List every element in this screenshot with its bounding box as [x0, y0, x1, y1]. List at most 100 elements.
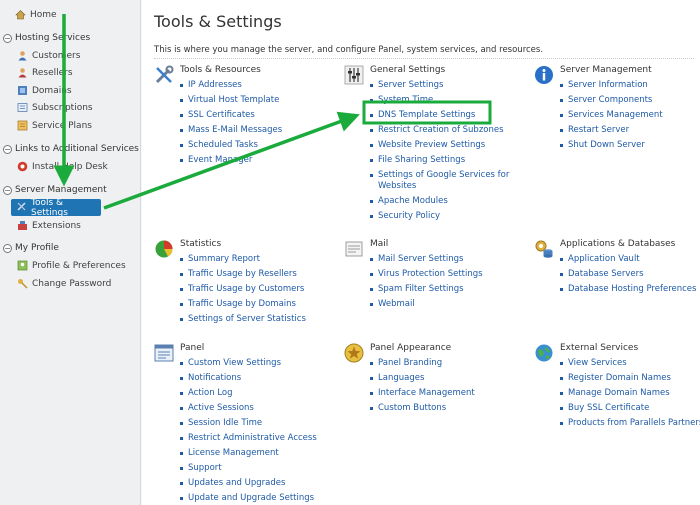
help-desk-icon — [17, 161, 28, 172]
database-gear-icon — [534, 239, 554, 259]
link-traffic-resellers[interactable]: Traffic Usage by Resellers — [180, 267, 306, 282]
link-dns-template-settings[interactable]: DNS Template Settings — [370, 108, 510, 123]
group-title: Applications & Databases — [560, 239, 676, 249]
link-file-sharing-settings[interactable]: File Sharing Settings — [370, 153, 510, 168]
link-database-hosting-preferences[interactable]: Database Hosting Preferences — [560, 282, 696, 297]
sidebar-item-service-plans[interactable]: Service Plans — [17, 120, 92, 131]
link-event-manager[interactable]: Event Manager — [180, 153, 282, 168]
link-restrict-admin-access[interactable]: Restrict Administrative Access — [180, 431, 317, 446]
link-database-servers[interactable]: Database Servers — [560, 267, 696, 282]
link-active-sessions[interactable]: Active Sessions — [180, 401, 317, 416]
service-plans-icon — [17, 120, 28, 131]
link-website-preview-settings[interactable]: Website Preview Settings — [370, 138, 510, 153]
link-buy-ssl-certificate[interactable]: Buy SSL Certificate — [560, 401, 700, 416]
link-manage-domain-names[interactable]: Manage Domain Names — [560, 386, 700, 401]
sidebar: Home − Hosting Services Customers Resell… — [0, 0, 141, 505]
link-mail-server-settings[interactable]: Mail Server Settings — [370, 252, 483, 267]
link-view-services[interactable]: View Services — [560, 356, 700, 371]
link-ssl-certificates[interactable]: SSL Certificates — [180, 108, 282, 123]
link-custom-buttons[interactable]: Custom Buttons — [370, 401, 475, 416]
sidebar-item-home[interactable]: Home — [15, 9, 57, 20]
link-support[interactable]: Support — [180, 461, 317, 476]
link-ip-addresses[interactable]: IP Addresses — [180, 78, 282, 93]
link-traffic-customers[interactable]: Traffic Usage by Customers — [180, 282, 306, 297]
group-title: General Settings — [370, 65, 446, 75]
link-update-upgrade-settings[interactable]: Update and Upgrade Settings — [180, 491, 317, 505]
group-title: Panel Appearance — [370, 343, 452, 353]
link-virtual-host-template[interactable]: Virtual Host Template — [180, 93, 282, 108]
link-restrict-subzones[interactable]: Restrict Creation of Subzones — [370, 123, 510, 138]
sidebar-item-resellers[interactable]: Resellers — [17, 67, 73, 78]
section-hosting-services[interactable]: − Hosting Services — [3, 33, 90, 43]
customer-icon — [17, 50, 28, 61]
link-spam-filter[interactable]: Spam Filter Settings — [370, 282, 483, 297]
link-panel-branding[interactable]: Panel Branding — [370, 356, 475, 371]
section-server-management[interactable]: − Server Management — [3, 185, 107, 195]
main-content: Tools & Settings This is where you manag… — [142, 0, 700, 505]
link-webmail[interactable]: Webmail — [370, 297, 483, 312]
sidebar-item-domains[interactable]: Domains — [17, 85, 72, 96]
group-title: Mail — [370, 239, 389, 249]
link-server-components[interactable]: Server Components — [560, 93, 663, 108]
reseller-icon — [17, 67, 28, 78]
link-action-log[interactable]: Action Log — [180, 386, 317, 401]
link-scheduled-tasks[interactable]: Scheduled Tasks — [180, 138, 282, 153]
sidebar-item-customers[interactable]: Customers — [17, 50, 80, 61]
link-interface-management[interactable]: Interface Management — [370, 386, 475, 401]
sidebar-item-install-help-desk[interactable]: Install Help Desk — [17, 161, 108, 172]
subscriptions-icon — [17, 102, 28, 113]
section-links-additional-services[interactable]: − Links to Additional Services — [3, 144, 139, 154]
group-title: Panel — [180, 343, 205, 353]
group-title: External Services — [560, 343, 639, 353]
link-apache-modules[interactable]: Apache Modules — [370, 194, 510, 209]
sidebar-item-profile-preferences[interactable]: Profile & Preferences — [17, 260, 126, 271]
link-application-vault[interactable]: Application Vault — [560, 252, 696, 267]
sidebar-item-tools-settings[interactable]: Tools & Settings — [11, 198, 101, 218]
tools-resources-icon — [154, 65, 174, 85]
link-system-time[interactable]: System Time — [370, 93, 510, 108]
link-security-policy[interactable]: Security Policy — [370, 209, 510, 224]
sidebar-item-change-password[interactable]: Change Password — [17, 278, 111, 289]
link-shut-down-server[interactable]: Shut Down Server — [560, 138, 663, 153]
collapse-icon: − — [3, 185, 12, 195]
link-summary-report[interactable]: Summary Report — [180, 252, 306, 267]
home-icon — [15, 9, 26, 20]
link-license-management[interactable]: License Management — [180, 446, 317, 461]
globe-icon — [534, 343, 554, 363]
link-traffic-domains[interactable]: Traffic Usage by Domains — [180, 297, 306, 312]
link-register-domain-names[interactable]: Register Domain Names — [560, 371, 700, 386]
link-notifications[interactable]: Notifications — [180, 371, 317, 386]
link-languages[interactable]: Languages — [370, 371, 475, 386]
page-title: Tools & Settings — [154, 12, 282, 31]
link-google-services-settings[interactable]: Settings of Google Services for Websites — [370, 168, 510, 194]
collapse-icon: − — [3, 33, 12, 43]
profile-icon — [17, 260, 28, 271]
sidebar-item-extensions[interactable]: Extensions — [17, 220, 81, 231]
collapse-icon: − — [3, 144, 12, 154]
link-updates-upgrades[interactable]: Updates and Upgrades — [180, 476, 317, 491]
link-server-settings[interactable]: Server Settings — [370, 78, 510, 93]
link-server-information[interactable]: Server Information — [560, 78, 663, 93]
link-services-management[interactable]: Services Management — [560, 108, 663, 123]
page-description: This is where you manage the server, and… — [154, 45, 544, 55]
link-custom-view-settings[interactable]: Custom View Settings — [180, 356, 317, 371]
group-title: Server Management — [560, 65, 652, 75]
link-restart-server[interactable]: Restart Server — [560, 123, 663, 138]
link-parallels-partners[interactable]: Products from Parallels Partners — [560, 416, 700, 431]
key-icon — [17, 278, 28, 289]
domains-icon — [17, 85, 28, 96]
extensions-icon — [17, 220, 28, 231]
pie-chart-icon — [154, 239, 174, 259]
link-session-idle-time[interactable]: Session Idle Time — [180, 416, 317, 431]
link-virus-protection[interactable]: Virus Protection Settings — [370, 267, 483, 282]
link-statistics-settings[interactable]: Settings of Server Statistics — [180, 312, 306, 327]
panel-icon — [154, 343, 174, 363]
sidebar-item-subscriptions[interactable]: Subscriptions — [17, 102, 93, 113]
collapse-icon: − — [3, 243, 12, 253]
divider — [154, 58, 694, 59]
tools-icon — [16, 201, 27, 215]
link-mass-email-messages[interactable]: Mass E-Mail Messages — [180, 123, 282, 138]
section-my-profile[interactable]: − My Profile — [3, 243, 59, 253]
mail-icon — [344, 239, 364, 259]
sidebar-item-label: Home — [30, 9, 57, 20]
